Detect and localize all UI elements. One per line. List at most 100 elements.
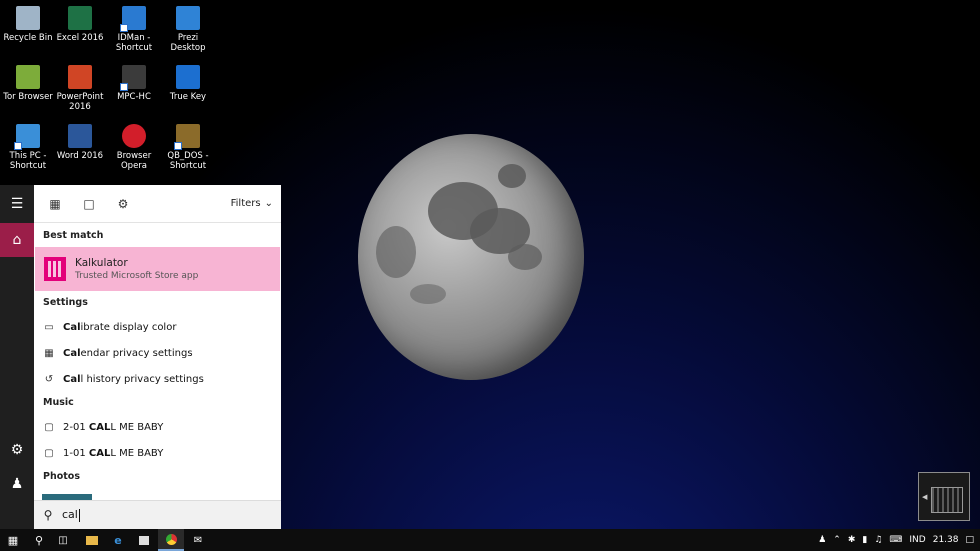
result-label: endar privacy settings — [80, 347, 193, 359]
result-label: ibrate display color — [80, 321, 177, 333]
section-photos: Photos — [43, 471, 80, 482]
start-rail: ☰ ⌂ ⚙ ♟ — [0, 185, 34, 529]
desktop-icon-label: True Key — [169, 92, 207, 102]
store-icon[interactable] — [132, 529, 156, 551]
document-icon[interactable]: □ — [76, 191, 102, 217]
notifications-icon[interactable]: □ — [965, 535, 974, 545]
touch-keyboard-popup[interactable]: ◀ — [918, 472, 970, 521]
desktop-icon-label: Excel 2016 — [56, 33, 104, 43]
tor-browser-icon — [16, 65, 40, 89]
result-call-history-privacy[interactable]: ↺ Call history privacy settings — [34, 366, 281, 392]
desktop-icon-powerpoint[interactable]: PowerPoint 2016 — [52, 65, 108, 112]
history-icon: ↺ — [44, 373, 54, 385]
excel-icon — [68, 6, 92, 30]
desktop-icon-label: MPC-HC — [117, 92, 151, 102]
search-taskbar-icon[interactable]: ⚲ — [28, 529, 50, 551]
search-results-panel: ▦ □ ⚙ Filters ⌄ Best match Kalkulator Tr… — [34, 185, 281, 529]
recycle-bin-icon — [16, 6, 40, 30]
desktop-icon-idman[interactable]: IDMan - Shortcut — [106, 6, 162, 53]
desktop-icon-label: IDMan - Shortcut — [115, 33, 153, 53]
result-music-2[interactable]: ▢ 1-01 CALL ME BABY — [34, 440, 281, 466]
desktop-icon-label: Prezi Desktop — [170, 33, 206, 53]
home-icon[interactable]: ⌂ — [0, 223, 34, 257]
result-calendar-privacy[interactable]: ▦ Calendar privacy settings — [34, 340, 281, 366]
desktop-icon-opera[interactable]: Browser Opera — [106, 124, 162, 171]
taskbar: ▦ ⚲ ◫ e ✉ ♟ ⌃ ✱ ▮ ♫ ⌨ IND 21.38 □ — [0, 529, 980, 551]
search-input[interactable]: cal — [62, 508, 80, 522]
windows-start-icon[interactable]: ▦ — [0, 529, 26, 551]
desktop-icon-word[interactable]: Word 2016 — [52, 124, 108, 161]
match-bold: Cal — [63, 347, 81, 359]
true-key-icon — [176, 65, 200, 89]
calculator-icon — [44, 257, 66, 281]
edge-icon[interactable]: e — [106, 529, 130, 551]
mail-icon[interactable]: ✉ — [186, 529, 210, 551]
search-box[interactable]: ⚲ cal — [34, 500, 281, 529]
best-match-title: Kalkulator — [75, 257, 128, 269]
language-indicator[interactable]: IND — [909, 535, 925, 545]
desktop-icon-label: Word 2016 — [56, 151, 104, 161]
volume-icon[interactable]: ♫ — [874, 535, 882, 545]
system-tray: ♟ ⌃ ✱ ▮ ♫ ⌨ IND 21.38 □ — [818, 529, 980, 551]
match-bold: CAL — [88, 421, 111, 433]
desktop-icon-label: Recycle Bin — [3, 33, 53, 43]
chevron-up-icon[interactable]: ⌃ — [833, 535, 841, 545]
battery-icon[interactable]: ▮ — [862, 535, 867, 545]
this-pc-icon — [14, 124, 40, 150]
music-file-icon: ▢ — [44, 447, 54, 459]
idman-icon — [120, 6, 146, 32]
best-match-result[interactable]: Kalkulator Trusted Microsoft Store app — [35, 247, 280, 291]
desktop-icon-tor-browser[interactable]: Tor Browser — [0, 65, 56, 102]
qb-dos-icon — [174, 124, 200, 150]
hamburger-menu-icon[interactable]: ☰ — [0, 187, 34, 221]
user-feedback-icon[interactable]: ♟ — [0, 467, 34, 501]
desktop-icon-mpc-hc[interactable]: MPC-HC — [106, 65, 162, 102]
section-settings: Settings — [43, 297, 88, 308]
section-music: Music — [43, 397, 74, 408]
result-calibrate-display[interactable]: ▭ Calibrate display color — [34, 314, 281, 340]
match-bold: Cal — [63, 321, 81, 333]
chrome-icon[interactable] — [158, 529, 184, 551]
chevron-down-icon: ⌄ — [264, 198, 273, 209]
keyboard-tray-icon[interactable]: ⌨ — [889, 535, 902, 545]
match-bold: Cal — [63, 373, 81, 385]
result-label: l history privacy settings — [80, 373, 204, 385]
wifi-icon[interactable]: ✱ — [848, 535, 856, 545]
desktop-icon-label: Browser Opera — [116, 151, 152, 171]
section-best-match: Best match — [43, 230, 104, 241]
desktop-icon-recycle-bin[interactable]: Recycle Bin — [0, 6, 56, 43]
desktop-icon-label: This PC - Shortcut — [9, 151, 47, 171]
display-icon: ▭ — [44, 321, 54, 333]
opera-icon — [122, 124, 146, 148]
result-label: L ME BABY — [110, 447, 164, 459]
task-view-icon[interactable]: ◫ — [52, 529, 74, 551]
desktop-icon-true-key[interactable]: True Key — [160, 65, 216, 102]
prezi-icon — [176, 6, 200, 30]
clock[interactable]: 21.38 — [933, 535, 959, 545]
result-music-1[interactable]: ▢ 2-01 CALL ME BABY — [34, 414, 281, 440]
search-icon: ⚲ — [43, 508, 53, 522]
filters-button[interactable]: Filters ⌄ — [231, 198, 273, 209]
news-icon[interactable]: ▦ — [42, 191, 68, 217]
word-icon — [68, 124, 92, 148]
music-file-icon: ▢ — [44, 421, 54, 433]
keyboard-icon — [931, 487, 963, 513]
mpc-hc-icon — [120, 65, 146, 91]
people-icon[interactable]: ♟ — [818, 535, 826, 545]
result-label: L ME BABY — [110, 421, 164, 433]
result-prefix: 2-01 — [63, 421, 89, 433]
search-toolbar: ▦ □ ⚙ Filters ⌄ — [34, 185, 281, 223]
caret-left-icon: ◀ — [922, 493, 928, 501]
desktop-icon-qb-dos[interactable]: QB_DOS - Shortcut — [160, 124, 216, 171]
desktop-icon-this-pc[interactable]: This PC - Shortcut — [0, 124, 56, 171]
settings-icon[interactable]: ⚙ — [110, 191, 136, 217]
desktop-icon-label: PowerPoint 2016 — [56, 92, 104, 112]
desktop-icon-label: QB_DOS - Shortcut — [167, 151, 209, 171]
desktop-icon-prezi[interactable]: Prezi Desktop — [160, 6, 216, 53]
file-explorer-icon[interactable] — [80, 529, 104, 551]
best-match-subtitle: Trusted Microsoft Store app — [75, 271, 199, 281]
desktop-icon-excel[interactable]: Excel 2016 — [52, 6, 108, 43]
settings-gear-icon[interactable]: ⚙ — [0, 433, 34, 467]
powerpoint-icon — [68, 65, 92, 89]
result-prefix: 1-01 — [63, 447, 89, 459]
